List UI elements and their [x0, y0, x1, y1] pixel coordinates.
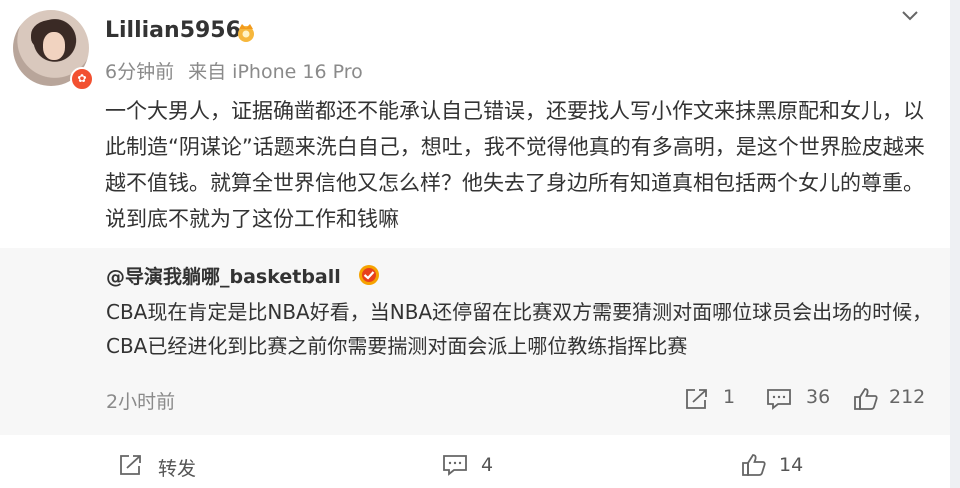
- quoted-username[interactable]: @导演我躺哪_basketball: [106, 262, 341, 289]
- comment-icon[interactable]: [766, 387, 792, 411]
- comment-icon[interactable]: [442, 453, 468, 477]
- quoted-content: CBA现在肯定是比NBA好看，当NBA还停留在比赛双方需要猜测对面哪位球员会出场…: [106, 300, 933, 358]
- post-source: 来自 iPhone 16 Pro: [188, 61, 363, 83]
- chevron-down-icon[interactable]: [898, 6, 922, 26]
- quoted-time: 2小时前: [106, 391, 176, 413]
- post-card: ✿ Lillian5956 6分钟前 来自 iPhone 16 Pro 一个大男…: [0, 0, 950, 488]
- crown-icon: [238, 24, 254, 42]
- repost-button-label[interactable]: 转发: [158, 454, 196, 481]
- like-icon[interactable]: [741, 453, 767, 477]
- avatar-badge-icon: ✿: [70, 67, 94, 91]
- repost-icon[interactable]: [684, 387, 710, 411]
- avatar-face: [43, 32, 65, 60]
- post-time: 6分钟前: [105, 61, 175, 83]
- verified-icon: [359, 265, 379, 285]
- quoted-like-count[interactable]: 212: [889, 386, 925, 408]
- scrollbar[interactable]: [950, 0, 960, 488]
- post-meta: 6分钟前 来自 iPhone 16 Pro: [105, 57, 363, 84]
- like-count[interactable]: 14: [779, 454, 803, 476]
- post-username[interactable]: Lillian5956: [105, 18, 241, 43]
- quoted-repost-count[interactable]: 1: [723, 386, 735, 408]
- like-icon[interactable]: [853, 387, 879, 411]
- quoted-comment-count[interactable]: 36: [806, 386, 830, 408]
- repost-icon[interactable]: [118, 453, 144, 477]
- post-content: 一个大男人，证据确凿都还不能承认自己错误，还要找人写小作文来抹黑原配和女儿，以此…: [105, 99, 925, 231]
- comment-count[interactable]: 4: [481, 454, 493, 476]
